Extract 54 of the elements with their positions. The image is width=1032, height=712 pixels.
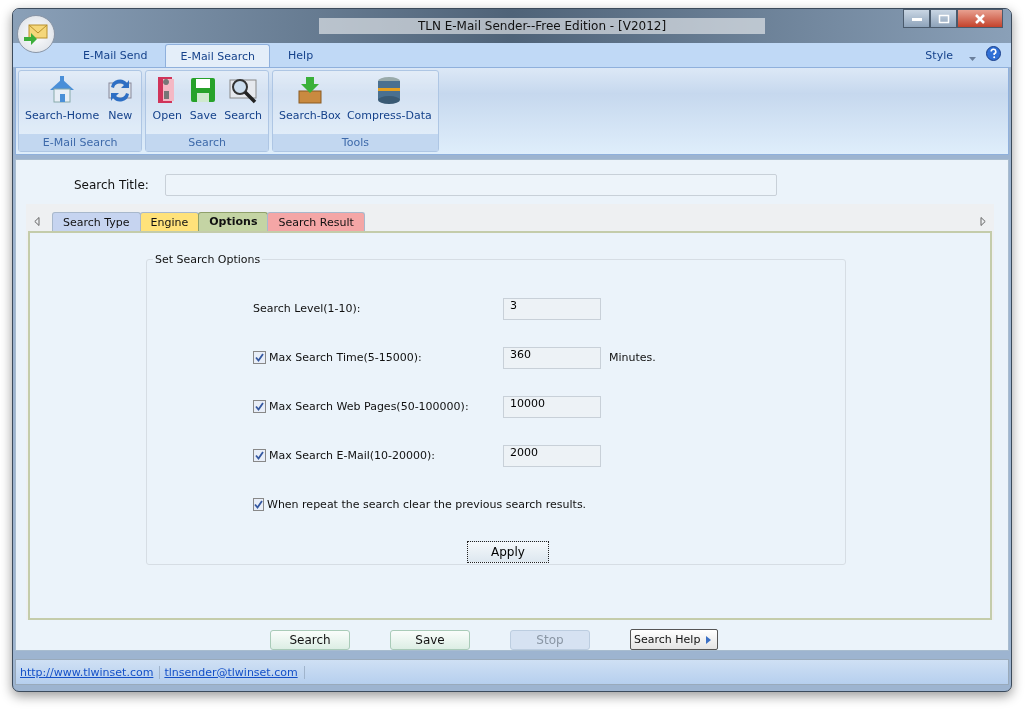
number-field[interactable]: 10000 <box>503 395 601 418</box>
number-field[interactable]: 360 <box>503 346 601 369</box>
close-button[interactable] <box>957 9 1003 28</box>
tab[interactable]: Options <box>198 212 269 231</box>
scroll-left-icon[interactable] <box>34 217 40 226</box>
style-menu[interactable]: Style <box>919 48 959 63</box>
tab[interactable]: Engine <box>139 212 200 231</box>
checkbox[interactable] <box>253 449 266 462</box>
ribbon-button[interactable]: Search-Box <box>276 75 344 134</box>
group-title: Set Search Options <box>154 253 262 266</box>
checkbox[interactable] <box>253 351 266 364</box>
ribbon-button[interactable]: Open <box>149 75 186 134</box>
action-button[interactable]: Save <box>390 629 470 650</box>
status-link[interactable]: tlnsender@tlwinset.com <box>160 665 305 679</box>
search-title-field[interactable] <box>164 174 777 196</box>
app-menu-button[interactable] <box>17 15 55 53</box>
maximize-button[interactable] <box>930 9 957 28</box>
tab[interactable]: Search Result <box>267 212 365 231</box>
ribbon-tab[interactable]: E-Mail Send <box>69 44 162 67</box>
dropdown-caret-icon <box>969 57 976 61</box>
option-label: Max Search E-Mail(10-20000): <box>269 449 436 462</box>
envelope-icon <box>23 23 49 45</box>
number-field[interactable]: 2000 <box>503 444 601 467</box>
status-link[interactable]: http://www.tlwinset.com <box>16 665 161 679</box>
search-title-label: Search Title: <box>74 178 149 192</box>
ribbon-button[interactable]: Search-Home <box>22 75 103 134</box>
ribbon-button[interactable]: Save <box>185 75 222 134</box>
ribbon-group-title: Tools <box>273 134 438 151</box>
ribbon-button[interactable]: Search <box>221 75 266 134</box>
checkbox[interactable] <box>253 400 266 413</box>
option-label: When repeat the search clear the previous search results. <box>267 498 587 511</box>
scroll-right-icon[interactable] <box>980 217 986 226</box>
ribbon-button[interactable]: New <box>102 75 139 134</box>
close-icon <box>974 13 986 24</box>
option-label: Max Search Web Pages(50-100000): <box>269 400 469 413</box>
option-label: Max Search Time(5-15000): <box>269 351 422 364</box>
option-label: Search Level(1-10): <box>253 302 361 315</box>
ribbon-tab[interactable]: E-Mail Search <box>165 44 271 67</box>
apply-button[interactable]: Apply <box>467 541 549 563</box>
action-button[interactable]: Search <box>270 629 350 650</box>
tab[interactable]: Search Type <box>52 212 141 231</box>
number-field[interactable]: 3 <box>503 297 601 320</box>
window-title: TLN E-Mail Sender--Free Edition - [V2012] <box>319 18 765 34</box>
maximize-icon <box>937 13 950 24</box>
unit-label: Minutes. <box>609 351 656 364</box>
checkbox[interactable] <box>253 498 264 511</box>
help-icon[interactable] <box>986 46 1001 61</box>
ribbon-group-title: E-Mail Search <box>19 134 142 151</box>
ribbon-button[interactable]: Compress-Data <box>343 75 435 134</box>
minimize-button[interactable] <box>903 9 930 28</box>
search-help-button[interactable]: Search Help <box>630 629 719 650</box>
ribbon-tab[interactable]: Help <box>274 44 328 67</box>
ribbon-group-title: Search <box>146 134 269 151</box>
arrow-right-icon <box>706 635 712 644</box>
